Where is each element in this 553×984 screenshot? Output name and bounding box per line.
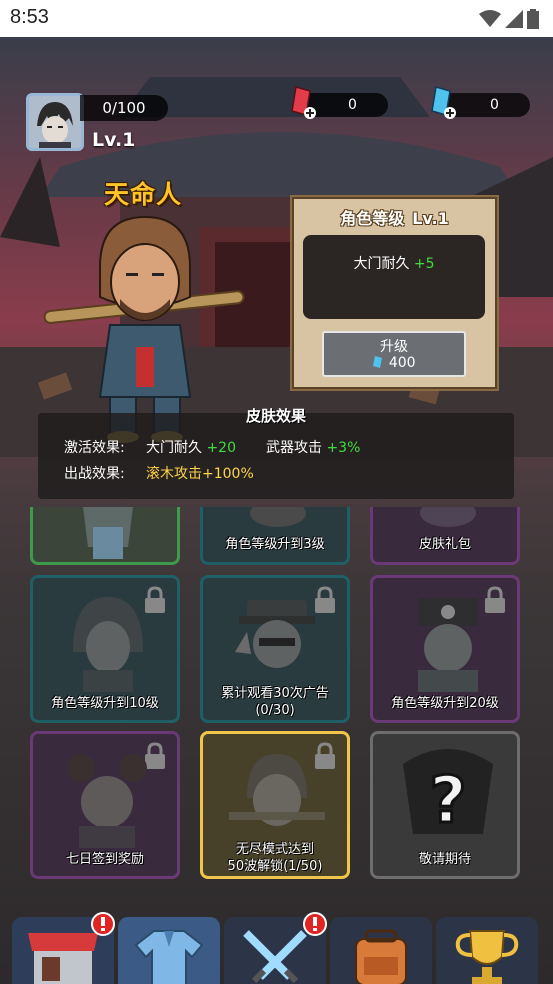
level-panel-level: Lv.1: [412, 209, 449, 228]
level-stat-label: 大门耐久: [353, 256, 410, 272]
skin-figure-icon: [229, 754, 325, 826]
nav-event[interactable]: 活动: [436, 917, 538, 984]
skin-card-8-label: 无尽模式达到: [235, 842, 314, 857]
level-panel-title: 角色等级: [340, 209, 405, 228]
upgrade-button[interactable]: 升级 400: [322, 331, 466, 377]
crossed-swords-icon: [243, 930, 307, 984]
skin-figure-icon: [420, 507, 476, 527]
shop-icon: [28, 933, 98, 984]
shirt-icon: [134, 930, 204, 984]
skin-card-2[interactable]: 角色等级升到3级: [200, 507, 350, 565]
backpack-icon: [355, 929, 407, 984]
skin-card-5-sub: (0/30): [255, 703, 295, 718]
nav-character[interactable]: 角色: [118, 917, 220, 984]
activate-stat2: 武器攻击: [266, 440, 322, 456]
avatar-portrait-icon: [29, 96, 81, 148]
skin-card-1[interactable]: [30, 507, 180, 565]
red-gem-value: 0: [348, 97, 357, 113]
skin-card-7-label: 七日签到奖励: [65, 852, 144, 867]
skin-figure-icon: [73, 597, 143, 692]
trophy-icon: [455, 930, 519, 984]
level-panel: 角色等级 Lv.1 大门耐久 +5 升级 400: [290, 195, 499, 391]
skin-card-8[interactable]: 无尽模式达到 50波解锁(1/50): [200, 731, 350, 879]
signal-icon: [505, 10, 523, 28]
upgrade-cost: 400: [388, 355, 416, 371]
notification-badge-icon: [91, 912, 115, 936]
activate-effect-row: 激活效果: 大门耐久 +20 武器攻击 +3%: [64, 437, 360, 457]
skin-card-2-label: 角色等级升到3级: [225, 537, 325, 552]
skin-card-9[interactable]: ? 敬请期待: [370, 731, 520, 879]
skin-card-4[interactable]: 角色等级升到10级: [30, 575, 180, 723]
activate-val1: +20: [206, 440, 236, 456]
skin-figure-icon: [83, 507, 133, 559]
skin-figure-icon: [67, 754, 147, 848]
nav-weapon[interactable]: 武器: [330, 917, 432, 984]
skin-figure-icon: [250, 507, 306, 527]
skin-card-3-label: 皮肤礼包: [418, 537, 471, 552]
skin-card-8-sub: 50波解锁(1/50): [227, 859, 323, 874]
skin-card-9-label: 敬请期待: [418, 852, 471, 867]
player-avatar[interactable]: [26, 93, 84, 151]
skin-figure-icon: [235, 600, 315, 668]
character-screen: 0/100 Lv.1 0 0 天命人 角色等级 Lv.1 大门耐久 +5 升级 …: [0, 37, 553, 984]
notification-badge-icon: [303, 912, 327, 936]
battle-label: 出战效果:: [64, 466, 125, 482]
wifi-icon: [479, 10, 501, 27]
skin-figure-icon: [418, 598, 478, 692]
battle-effect-row: 出战效果: 滚木攻击+100%: [64, 463, 254, 483]
skin-card-5[interactable]: 累计观看30次广告 (0/30): [200, 575, 350, 723]
skin-card-3[interactable]: 皮肤礼包: [370, 507, 520, 565]
bottom-nav: 商城 角色 战斗 武器 活动: [0, 912, 553, 984]
blue-gem-cost-icon: [373, 356, 383, 368]
upgrade-label: 升级: [380, 339, 408, 355]
activate-stat1: 大门耐久: [146, 440, 202, 456]
skin-card-6-label: 角色等级升到20级: [391, 696, 499, 711]
status-time: 8:53: [10, 6, 49, 28]
blue-gem-icon[interactable]: [428, 85, 458, 121]
skin-effects-panel: 皮肤效果 激活效果: 大门耐久 +20 武器攻击 +3% 出战效果: 滚木攻击+100…: [38, 407, 514, 499]
skin-card-6[interactable]: 角色等级升到20级: [370, 575, 520, 723]
skin-card-5-label: 累计观看30次广告: [221, 686, 329, 701]
activate-label: 激活效果:: [64, 440, 125, 456]
skin-card-4-label: 角色等级升到10级: [51, 696, 159, 711]
level-stat-bonus: +5: [413, 256, 435, 272]
skin-card-7[interactable]: 七日签到奖励: [30, 731, 180, 879]
blue-gem-value: 0: [490, 97, 499, 113]
skin-effects-title: 皮肤效果: [245, 407, 306, 425]
nav-battle[interactable]: 战斗: [224, 912, 327, 984]
player-level: Lv.1: [92, 129, 136, 151]
activate-val2: +3%: [326, 440, 361, 456]
level-stat-box: 大门耐久 +5: [303, 235, 485, 319]
nav-shop[interactable]: 商城: [12, 912, 115, 984]
xp-counter: 0/100: [80, 95, 168, 121]
question-mark-icon: ?: [403, 749, 493, 840]
battery-icon: [527, 9, 539, 29]
character-name: 天命人: [104, 180, 183, 209]
red-gem-icon[interactable]: [288, 85, 318, 121]
battle-effect: 滚木攻击+100%: [146, 466, 254, 482]
svg-text:?: ?: [429, 764, 466, 838]
status-bar: 8:53: [0, 0, 553, 37]
